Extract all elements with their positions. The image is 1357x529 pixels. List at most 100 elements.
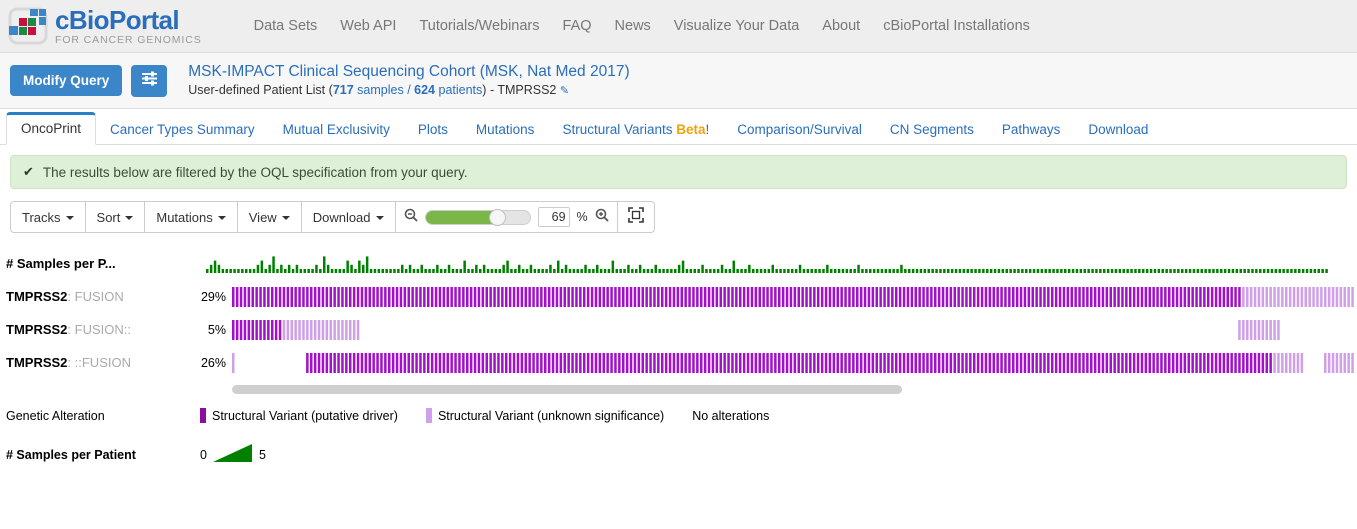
sort-dropdown[interactable]: Sort [86,202,146,232]
legend-items: Structural Variant (putative driver) Str… [200,408,769,423]
oncoprint-panel: # Samples per P... TMPRSS2: FUSION 29% T… [0,247,1357,394]
chevron-down-icon [375,216,384,220]
track-sep-0: : [67,289,75,304]
track-label-1: TMPRSS2: FUSION:: [0,322,195,337]
tab-structural-variants-label: Structural Variants [562,122,673,137]
view-dropdown[interactable]: View [238,202,302,232]
legend-label-driver: Structural Variant (putative driver) [212,408,398,423]
mutations-dropdown[interactable]: Mutations [145,202,238,232]
count-separator: / [407,83,411,98]
query-subtitle: User-defined Patient List (717 samples /… [188,83,629,99]
tab-structural-variants[interactable]: Structural Variants Beta! [548,114,723,145]
track-alteration-1: FUSION:: [74,322,131,337]
samples-count: 717 [332,83,354,98]
brand-title-part1: cBio [55,5,110,36]
green-triangle-gradient-icon [212,443,253,466]
samples-word: samples [357,83,404,98]
track-alteration-0: FUSION [74,289,124,304]
study-title[interactable]: MSK-IMPACT Clinical Sequencing Cohort (M… [188,62,629,81]
track-strip-2[interactable] [232,352,1357,374]
legend-item-unknown: Structural Variant (unknown significance… [425,408,665,423]
track-gene-2: TMPRSS2 [6,355,68,370]
main-tabs: OncoPrint Cancer Types Summary Mutual Ex… [0,109,1357,145]
chevron-down-icon [281,216,290,220]
fit-screen-icon [627,206,644,228]
zoom-slider[interactable] [424,208,531,226]
query-header: Modify Query MSK-IMPACT Clinical Sequenc… [0,53,1357,109]
track-strip-1[interactable] [232,319,1357,341]
tab-oncoprint[interactable]: OncoPrint [6,112,97,145]
tab-beta-suffix: ! [705,122,710,137]
close-paren: ) [482,83,487,98]
nav-item-web-api[interactable]: Web API [340,18,396,34]
track-percent-0: 29% [200,289,226,304]
modify-query-button[interactable]: Modify Query [10,65,123,96]
download-dropdown[interactable]: Download [302,202,396,232]
query-settings-button[interactable] [131,64,168,97]
check-icon: ✔ [23,164,34,179]
oql-filter-alert: ✔ The results below are filtered by the … [10,155,1347,189]
tab-cn-segments[interactable]: CN Segments [876,114,988,145]
nav-item-about[interactable]: About [822,18,860,34]
patients-word: patients [438,83,483,98]
tab-cancer-types-summary[interactable]: Cancer Types Summary [96,114,269,145]
oncoprint-toolbar: Tracks Sort Mutations View Download 69 % [10,201,655,233]
track-label-2: TMPRSS2: ::FUSION [0,355,195,370]
legend-title: Genetic Alteration [6,408,105,423]
track-gene-1: TMPRSS2 [6,322,68,337]
nav-item-tutorials[interactable]: Tutorials/Webinars [419,18,539,34]
nav-item-visualize[interactable]: Visualize Your Data [674,18,800,34]
patients-count: 624 [414,83,436,98]
fit-to-screen-button[interactable] [618,202,654,232]
track-label-0: TMPRSS2: FUSION [0,289,195,304]
legend-item-none: No alterations [692,409,769,423]
tracks-dropdown[interactable]: Tracks [11,202,86,232]
track-strip-0[interactable] [232,286,1357,308]
samples-max-label: 5 [258,447,266,462]
track-row-1: TMPRSS2: FUSION:: 5% [0,313,1357,346]
zoom-slider-handle[interactable] [489,208,507,226]
nav-item-faq[interactable]: FAQ [563,18,592,34]
nav-links: Data Sets Web API Tutorials/Webinars FAQ… [254,18,1030,34]
zoom-input[interactable]: 69 [537,207,570,227]
track-sep-2: : [67,355,75,370]
samples-min-label: 0 [200,447,207,462]
chevron-down-icon [65,216,74,220]
samples-per-patient-bars[interactable] [206,253,1357,275]
legend-item-driver: Structural Variant (putative driver) [200,408,398,423]
top-navigation-bar: cBioPortal FOR CANCER GENOMICS Data Sets… [0,0,1357,53]
tab-comparison-survival[interactable]: Comparison/Survival [723,114,876,145]
gene-query-text: - TMPRSS2 [489,83,557,98]
horizontal-scrollbar[interactable] [232,385,902,394]
samples-per-patient-legend: # Samples per Patient 0 5 [0,443,1357,466]
brand-logo[interactable]: cBioPortal FOR CANCER GENOMICS [8,6,202,46]
track-gene-0: TMPRSS2 [6,289,68,304]
samples-gradient: 0 5 [200,443,266,466]
zoom-in-icon[interactable] [595,208,609,227]
tab-mutations[interactable]: Mutations [462,114,549,145]
track-row-2: TMPRSS2: ::FUSION 26% [0,346,1357,379]
zoom-out-icon[interactable] [404,208,418,227]
patient-list-label: User-defined Patient List [188,83,326,98]
nav-item-news[interactable]: News [615,18,651,34]
legend-label-unknown: Structural Variant (unknown significance… [437,408,665,423]
nav-item-installations[interactable]: cBioPortal Installations [883,18,1030,34]
tab-download[interactable]: Download [1074,114,1162,145]
samples-per-patient-track: # Samples per P... [0,247,1357,280]
track-percent-1: 5% [207,322,226,337]
tab-pathways[interactable]: Pathways [988,114,1075,145]
cbioportal-logo-icon [8,7,48,45]
tracks-label: Tracks [22,209,61,225]
driver-swatch-icon [200,408,206,423]
tab-plots[interactable]: Plots [404,114,462,145]
unknown-swatch-icon [425,408,432,423]
view-label: View [248,209,277,225]
nav-item-data-sets[interactable]: Data Sets [254,18,318,34]
track-row-0: TMPRSS2: FUSION 29% [0,280,1357,313]
percent-label: % [576,210,588,224]
pencil-icon[interactable]: ✎ [560,85,569,97]
chevron-down-icon [125,216,134,220]
zoom-controls: 69 % [396,202,618,232]
tab-mutual-exclusivity[interactable]: Mutual Exclusivity [269,114,404,145]
legend-label-none: No alterations [692,408,770,423]
